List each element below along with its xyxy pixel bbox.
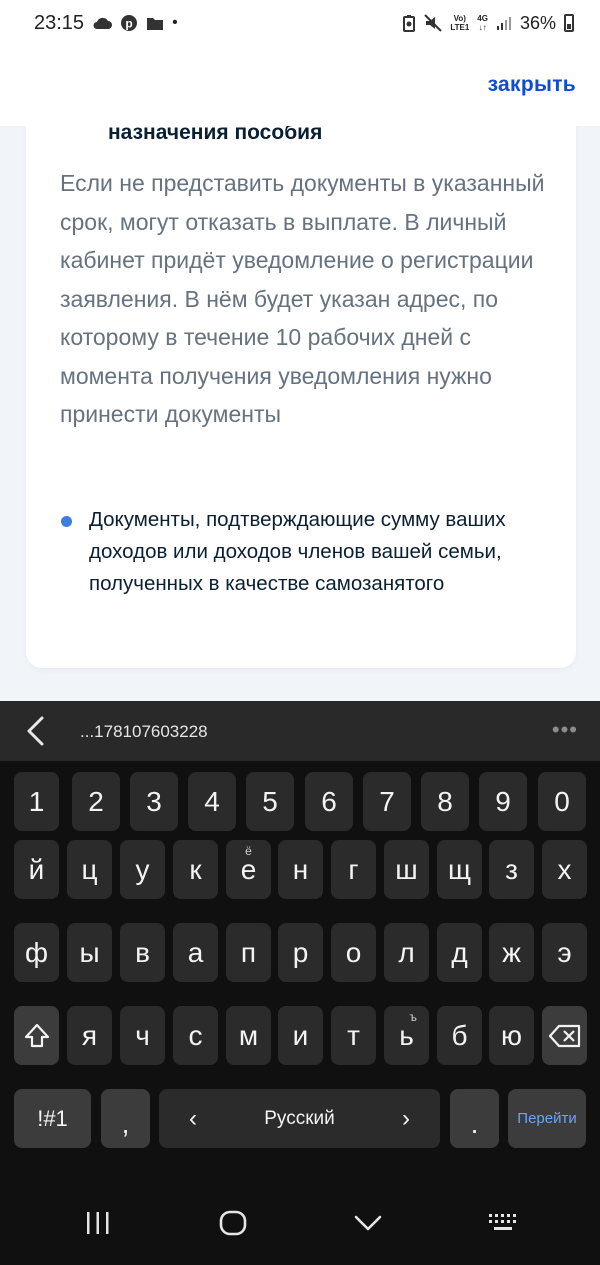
key-е[interactable]: ё е xyxy=(226,840,271,899)
folder-icon xyxy=(147,17,164,30)
key-5[interactable]: 5 xyxy=(246,772,294,831)
cloud-icon xyxy=(93,17,113,29)
status-bar: 23:15 p • Vo) LTE1 4G ↓↑ 36% xyxy=(0,0,600,46)
key-ь-label: ь xyxy=(399,1019,414,1051)
shift-icon xyxy=(24,1023,49,1047)
keyboard-toolbar: ...178107603228 ••• xyxy=(0,701,600,761)
key-д[interactable]: д xyxy=(437,923,482,982)
home-icon xyxy=(219,1210,246,1235)
battery-saver-icon xyxy=(403,15,416,32)
key-э[interactable]: э xyxy=(542,923,587,982)
chevron-down-icon xyxy=(354,1215,381,1230)
status-notification-icons: p • xyxy=(92,14,178,32)
key-о[interactable]: о xyxy=(331,923,376,982)
key-и[interactable]: и xyxy=(278,1006,323,1065)
status-time: 23:15 xyxy=(34,11,85,34)
key-в[interactable]: в xyxy=(120,923,165,982)
mobile-data-icon: 4G ↓↑ xyxy=(477,14,488,32)
key-к[interactable]: к xyxy=(173,840,218,899)
key-9[interactable]: 9 xyxy=(479,772,527,831)
key-л[interactable]: л xyxy=(384,923,429,982)
info-card: назначения пособия Если не представить д… xyxy=(26,80,576,668)
key-0[interactable]: 0 xyxy=(538,772,586,831)
key-4[interactable]: 4 xyxy=(188,772,236,831)
key-ю[interactable]: ю xyxy=(489,1006,534,1065)
key-7[interactable]: 7 xyxy=(363,772,411,831)
bullet-dot-icon xyxy=(61,516,72,527)
card-paragraph: Если не представить документы в указанны… xyxy=(60,170,545,427)
key-г[interactable]: г xyxy=(331,840,376,899)
pinterest-icon: p xyxy=(121,15,138,31)
key-х[interactable]: х xyxy=(542,840,587,899)
svg-text:p: p xyxy=(125,17,132,31)
key-ь[interactable]: ъ ь xyxy=(384,1006,429,1065)
battery-icon xyxy=(564,14,574,32)
key-т[interactable]: т xyxy=(331,1006,376,1065)
key-е-label: е xyxy=(240,853,257,885)
mute-icon xyxy=(424,14,443,32)
key-alt-ё: ё xyxy=(245,844,252,858)
close-link[interactable]: закрыть xyxy=(488,73,576,97)
comma-key[interactable]: , xyxy=(101,1089,150,1148)
language-prev-icon: ‹ xyxy=(189,1104,197,1132)
bullet-item: Документы, подтверждающие сумму ваших до… xyxy=(89,508,506,595)
chevron-left-icon[interactable] xyxy=(24,715,48,747)
key-н[interactable]: н xyxy=(278,840,323,899)
key-ч[interactable]: ч xyxy=(120,1006,165,1065)
key-8[interactable]: 8 xyxy=(421,772,469,831)
keyboard-switch-button[interactable] xyxy=(473,1212,533,1234)
key-ф[interactable]: ф xyxy=(14,923,59,982)
keyboard-icon xyxy=(488,1213,516,1230)
key-1[interactable]: 1 xyxy=(14,772,59,831)
more-options-icon[interactable]: ••• xyxy=(552,717,578,743)
key-а[interactable]: а xyxy=(173,923,218,982)
space-key[interactable]: ‹ Русский › xyxy=(159,1089,440,1148)
key-щ[interactable]: щ xyxy=(437,840,482,899)
key-3[interactable]: 3 xyxy=(130,772,178,831)
recent-apps-icon xyxy=(86,1211,108,1234)
language-next-icon: › xyxy=(402,1104,410,1132)
key-м[interactable]: м xyxy=(226,1006,271,1065)
key-alt-ъ: ъ xyxy=(409,1010,418,1024)
key-с[interactable]: с xyxy=(173,1006,218,1065)
key-ж[interactable]: ж xyxy=(489,923,534,982)
key-ц[interactable]: ц xyxy=(67,840,112,899)
key-б[interactable]: б xyxy=(437,1006,482,1065)
recent-apps-button[interactable] xyxy=(68,1210,128,1236)
backspace-icon xyxy=(548,1024,580,1047)
more-notifications-dot-icon: • xyxy=(172,14,178,31)
key-й[interactable]: й xyxy=(14,840,59,899)
shift-key[interactable] xyxy=(14,1006,59,1065)
key-у[interactable]: у xyxy=(120,840,165,899)
hide-keyboard-button[interactable] xyxy=(338,1213,398,1233)
key-ш[interactable]: ш xyxy=(384,840,429,899)
system-nav-bar xyxy=(0,1180,600,1265)
key-ы[interactable]: ы xyxy=(67,923,112,982)
key-6[interactable]: 6 xyxy=(305,772,353,831)
symbols-key[interactable]: !#1 xyxy=(14,1089,91,1148)
key-я[interactable]: я xyxy=(67,1006,112,1065)
volte-icon: Vo) LTE1 xyxy=(450,14,470,32)
signal-icon xyxy=(496,17,511,30)
period-key[interactable]: . xyxy=(450,1089,499,1148)
clipboard-suggestion[interactable]: ...178107603228 xyxy=(80,722,208,742)
battery-percent: 36% xyxy=(519,12,556,33)
language-label: Русский xyxy=(264,1107,335,1129)
home-button[interactable] xyxy=(203,1209,263,1237)
key-2[interactable]: 2 xyxy=(72,772,120,831)
app-header: закрыть xyxy=(0,46,600,126)
status-system-icons: Vo) LTE1 4G ↓↑ 36% xyxy=(402,13,574,34)
backspace-key[interactable] xyxy=(542,1006,587,1065)
go-key[interactable]: Перейти xyxy=(508,1089,586,1148)
key-з[interactable]: з xyxy=(489,840,534,899)
key-р[interactable]: р xyxy=(278,923,323,982)
key-п[interactable]: п xyxy=(226,923,271,982)
